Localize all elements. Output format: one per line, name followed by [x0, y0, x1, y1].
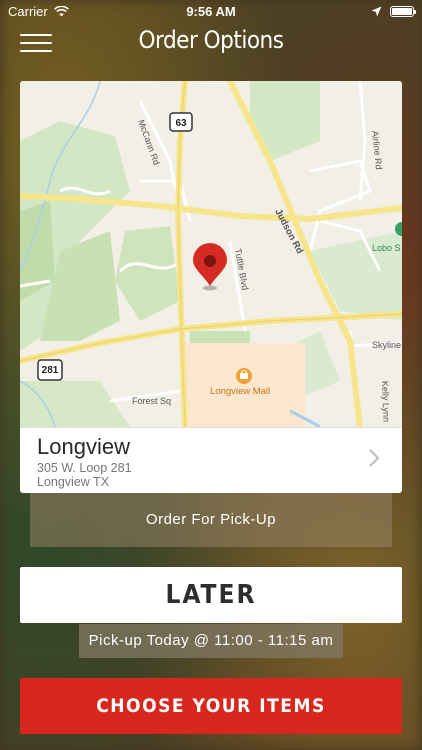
highway-281-label: 281: [42, 365, 59, 376]
highway-63-shield: 63: [169, 112, 193, 132]
poi-label-lobo: Lobo S: [372, 243, 401, 253]
battery-fill: [392, 7, 412, 15]
page-title: Order Options: [138, 26, 284, 54]
location-address: 305 W. Loop 281 Longview TX: [37, 461, 132, 489]
order-type-button[interactable]: Order For Pick-Up: [30, 493, 392, 547]
location-row[interactable]: Longview 305 W. Loop 281 Longview TX: [20, 427, 402, 493]
location-address-line2: Longview TX: [37, 475, 110, 489]
nav-bar: Order Options: [0, 22, 422, 62]
status-bar: Carrier 9:56 AM: [0, 0, 422, 22]
location-address-line1: 305 W. Loop 281: [37, 461, 132, 475]
pickup-time-badge[interactable]: Pick-up Today @ 11:00 - 11:15 am: [79, 624, 343, 658]
location-map[interactable]: 63 281 McCann Rd Judson Rd Tuttle Blvd A…: [20, 81, 402, 427]
road-label-skyline: Skyline: [372, 340, 401, 350]
wifi-icon: [53, 5, 69, 16]
battery-icon: [390, 5, 416, 17]
highway-63-label: 63: [175, 118, 187, 129]
location-name: Longview: [37, 434, 130, 459]
location-card: 63 281 McCann Rd Judson Rd Tuttle Blvd A…: [20, 81, 402, 493]
carrier-label: Carrier: [8, 3, 48, 19]
highway-281-shield: 281: [37, 359, 63, 381]
location-arrow-icon: [371, 6, 382, 16]
choose-items-button[interactable]: CHOOSE YOUR ITEMS: [20, 678, 402, 734]
road-label-kelly: Kelly Lynn: [380, 381, 391, 423]
shopping-bag-icon: [236, 368, 252, 384]
chevron-right-icon: [369, 449, 380, 467]
road-label-forest: Forest Sq: [132, 396, 171, 406]
timing-button[interactable]: LATER: [20, 567, 402, 623]
poi-label-mall: Longview Mall: [210, 386, 270, 397]
